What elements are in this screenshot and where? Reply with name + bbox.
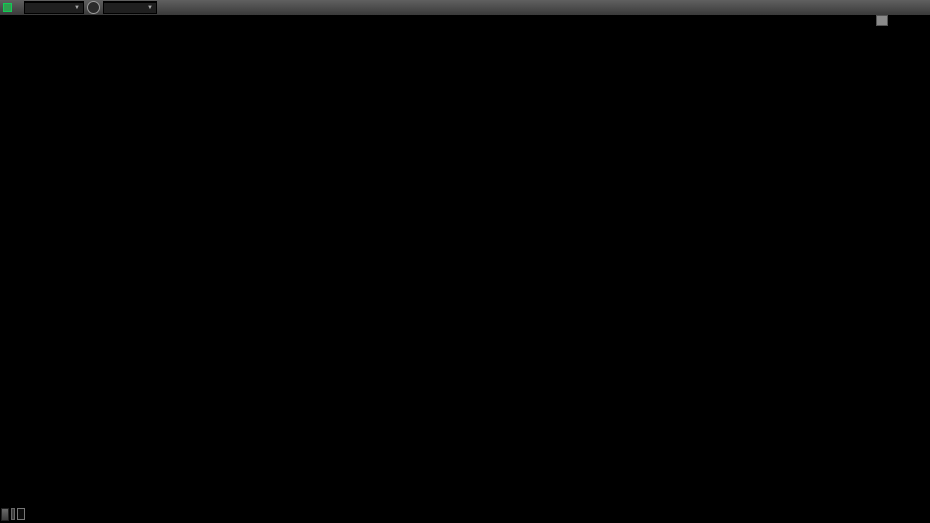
chevron-down-icon: ▼ [74,5,80,11]
interval-combo[interactable]: ▼ [103,1,157,14]
time-axis-controls [0,506,25,522]
start-date-field[interactable] [17,508,25,520]
calendar-icon[interactable] [11,508,15,520]
symbol-combo[interactable]: ▼ [24,1,84,14]
chart-window: ▼ ▼ [0,0,930,523]
symbol-search-button[interactable] [87,1,100,14]
chevron-down-icon: ▼ [147,5,153,11]
dynamic-mode-button[interactable] [1,508,9,521]
chart-window-icon [3,3,12,12]
axis-label-pin-icon[interactable] [876,15,888,26]
toolbar: ▼ ▼ [0,0,930,15]
price-chart[interactable] [0,0,930,523]
